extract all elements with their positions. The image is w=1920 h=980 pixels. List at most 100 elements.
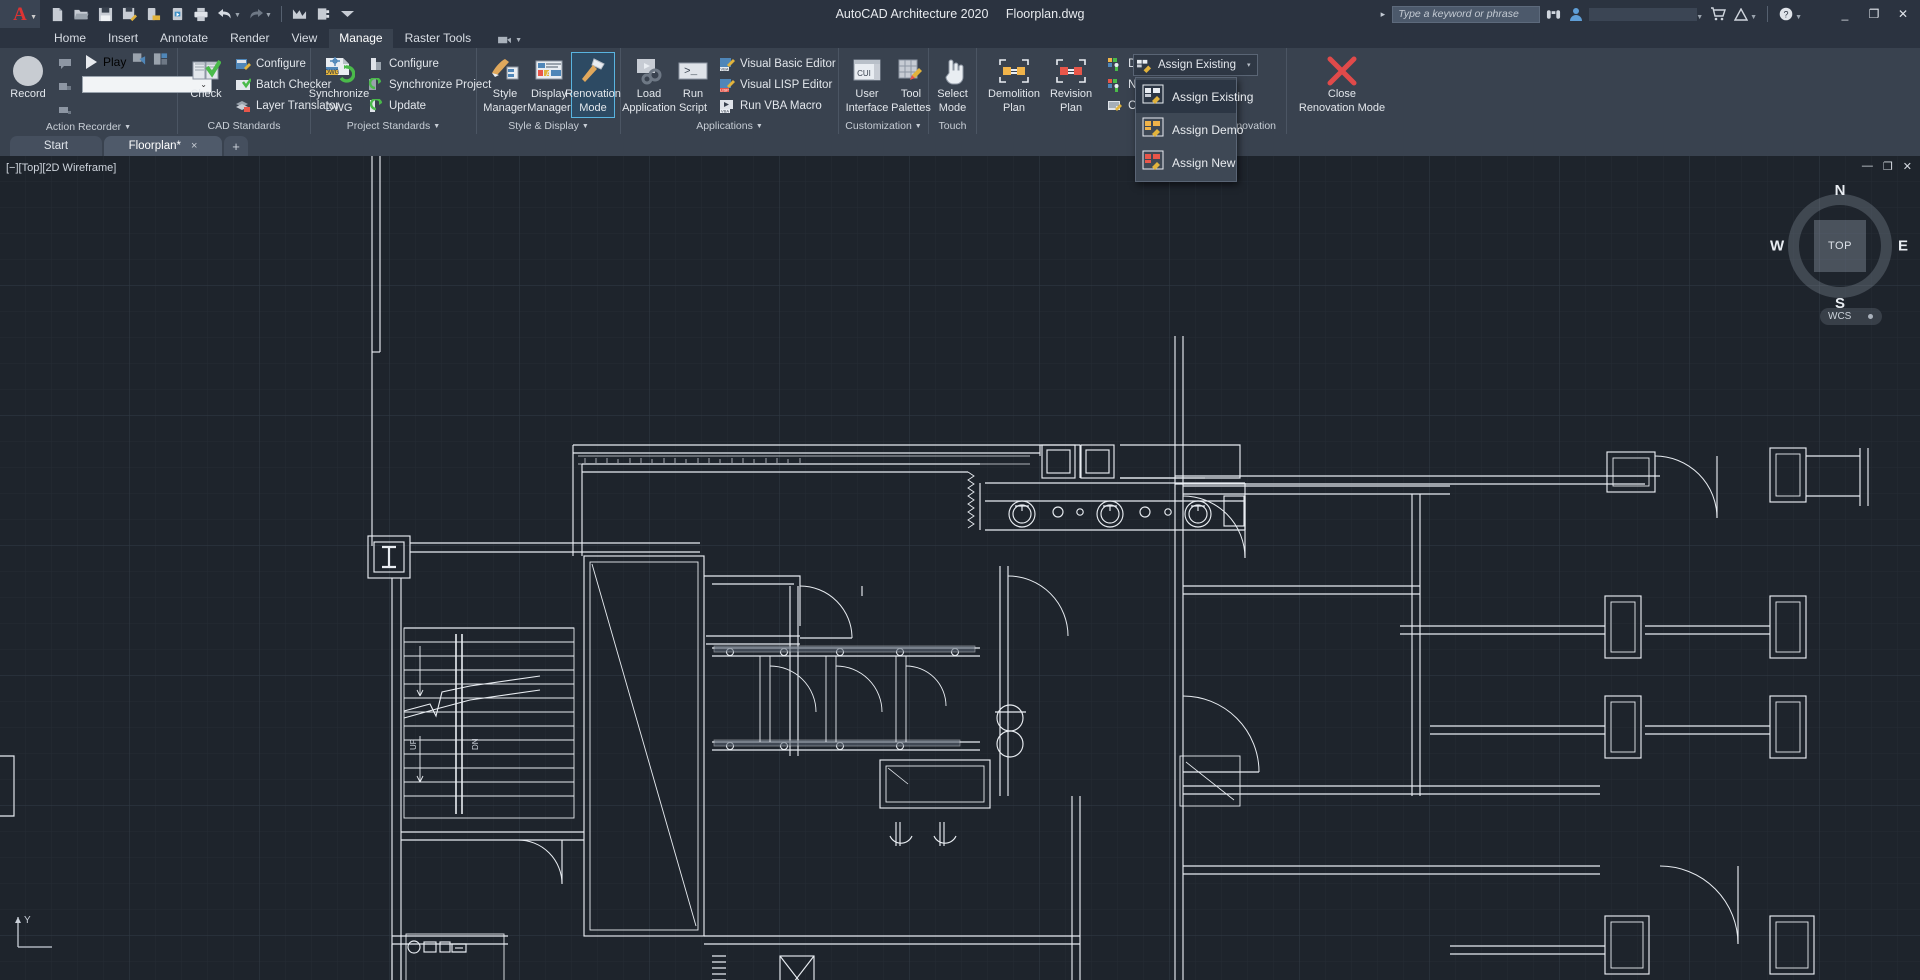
manage-action-macros-icon[interactable] <box>132 52 147 71</box>
plot-print-icon[interactable] <box>190 3 212 25</box>
renovation-mode-button[interactable]: Renovation Mode <box>565 52 621 118</box>
save-as-icon[interactable] <box>118 3 140 25</box>
synchronize-dwg-button[interactable]: DWG Synchronize DWG <box>309 52 369 118</box>
run-vba-macro-button[interactable]: VBA Run VBA Macro <box>715 96 842 116</box>
close-icon[interactable]: × <box>191 140 197 152</box>
load-application-button[interactable]: Load Application <box>622 52 676 118</box>
redo-dropdown-caret-icon[interactable]: ▼ <box>265 12 272 25</box>
visual-basic-editor-button[interactable]: VBA Visual Basic Editor <box>715 54 842 74</box>
panel-expand-caret-icon[interactable]: ▼ <box>433 123 440 130</box>
new-tab-button[interactable]: + <box>224 136 248 156</box>
help-caret-icon[interactable]: ▼ <box>1795 14 1802 27</box>
customize-qat-icon[interactable] <box>337 3 359 25</box>
file-tab-start[interactable]: Start <box>10 136 102 156</box>
view-cube[interactable]: TOP N S E W <box>1770 182 1908 312</box>
ucs-icon: Y <box>12 911 58 954</box>
panel-title-style-and-display[interactable]: Style & Display ▼ <box>477 118 620 134</box>
tab-raster-tools[interactable]: Raster Tools <box>395 29 481 48</box>
tab-view[interactable]: View <box>281 29 327 48</box>
save-icon[interactable] <box>94 3 116 25</box>
ribbon-display-options[interactable]: ▼ <box>497 35 522 48</box>
open-folder-icon[interactable] <box>70 3 92 25</box>
chevron-down-icon[interactable]: ▼ <box>515 37 522 44</box>
style-manager-button[interactable]: Style Manager <box>483 52 527 118</box>
viewport-restore-icon[interactable]: ❐ <box>1883 160 1893 173</box>
help-icon[interactable]: ? <box>1776 3 1796 25</box>
select-mode-button[interactable]: Select Mode <box>931 52 975 118</box>
panel-expand-caret-icon[interactable]: ▼ <box>915 123 922 130</box>
user-interface-button[interactable]: CUI User Interface <box>845 52 889 118</box>
action-tree-icon[interactable] <box>153 52 168 71</box>
tab-annotate[interactable]: Annotate <box>150 29 218 48</box>
viewport-label[interactable]: [−][Top][2D Wireframe] <box>6 162 116 174</box>
revision-plan-button[interactable]: Revision Plan <box>1045 52 1097 118</box>
tool-palettes-label-1: Tool <box>900 88 922 100</box>
export-icon[interactable] <box>142 3 164 25</box>
application-menu-button[interactable]: A ▼ <box>0 0 40 28</box>
close-renovation-label-1: Close <box>1327 88 1357 100</box>
style-manager-label-1: Style <box>492 88 518 100</box>
file-tab-floorplan[interactable]: Floorplan* × <box>104 136 222 156</box>
search-expand-icon[interactable]: ▸ <box>1381 9 1386 20</box>
demolition-plan-button[interactable]: Demolition Plan <box>983 52 1045 118</box>
record-button[interactable]: Record <box>6 52 50 104</box>
undo-dropdown-caret-icon[interactable]: ▼ <box>234 12 241 25</box>
pause-for-input-icon[interactable] <box>53 100 79 120</box>
tab-insert[interactable]: Insert <box>98 29 148 48</box>
menu-item-assign-existing[interactable]: Assign Existing <box>1136 80 1253 113</box>
autodesk-app-icon[interactable] <box>1731 3 1751 25</box>
display-manager-button[interactable]: A Display Manager <box>527 52 571 118</box>
undo-icon[interactable] <box>214 3 236 25</box>
user-name-field[interactable] <box>1589 7 1698 21</box>
compass-east-label[interactable]: E <box>1898 238 1908 255</box>
panel-title-customization[interactable]: Customization ▼ <box>839 118 928 134</box>
cart-icon[interactable] <box>1708 3 1728 25</box>
view-cube-top-face[interactable]: TOP <box>1814 220 1866 272</box>
insert-base-point-icon[interactable] <box>53 77 79 97</box>
close-button[interactable]: ✕ <box>1890 1 1916 27</box>
panel-title-applications[interactable]: Applications ▼ <box>621 118 838 134</box>
tab-manage[interactable]: Manage <box>329 29 393 48</box>
panel-title-action-recorder[interactable]: Action Recorder ▼ <box>0 120 177 134</box>
panel-title-project-standards[interactable]: Project Standards ▼ <box>311 118 476 134</box>
panel-expand-caret-icon[interactable]: ▼ <box>124 124 131 131</box>
autodesk-app-caret-icon[interactable]: ▼ <box>1750 14 1757 27</box>
wcs-selector[interactable]: WCS <box>1820 308 1882 325</box>
minimize-button[interactable]: _ <box>1832 1 1858 27</box>
assign-existing-split-button[interactable]: Assign Existing ▾ <box>1133 54 1258 76</box>
user-menu-caret-icon[interactable]: ▼ <box>1696 14 1703 27</box>
run-script-button[interactable]: >_ Run Script <box>671 52 715 118</box>
play-label: Play <box>103 54 127 69</box>
tab-home[interactable]: Home <box>44 29 96 48</box>
viewport-minimize-icon[interactable]: — <box>1862 160 1873 173</box>
wcs-caret-icon[interactable] <box>1868 314 1873 319</box>
restore-button[interactable]: ❐ <box>1861 1 1887 27</box>
close-renovation-mode-button[interactable]: Close Renovation Mode <box>1294 52 1390 118</box>
tool-palettes-button[interactable]: Tool Palettes <box>889 52 933 118</box>
viewport-close-icon[interactable]: ✕ <box>1903 160 1912 173</box>
redo-icon[interactable] <box>245 3 267 25</box>
search-input[interactable]: Type a keyword or phrase <box>1392 5 1541 23</box>
compass-north-label[interactable]: N <box>1835 182 1846 199</box>
properties-icon[interactable] <box>313 3 335 25</box>
drawing-canvas[interactable]: UP DN [−][Top][2D Wireframe] — ❐ ✕ TOP N… <box>0 156 1920 980</box>
new-file-icon[interactable] <box>46 3 68 25</box>
batch-plot-icon[interactable] <box>289 3 311 25</box>
tab-render[interactable]: Render <box>220 29 279 48</box>
user-account-icon[interactable] <box>1566 3 1586 25</box>
assign-existing-caret-icon[interactable]: ▾ <box>1244 61 1254 69</box>
cloud-sync-icon[interactable] <box>166 3 188 25</box>
binoculars-icon[interactable] <box>1543 3 1563 25</box>
visual-lisp-editor-button[interactable]: LISP Visual LISP Editor <box>715 75 842 95</box>
insert-message-icon[interactable] <box>53 54 79 74</box>
compass-west-label[interactable]: W <box>1770 238 1784 255</box>
chevron-down-icon[interactable]: ▼ <box>30 14 37 21</box>
floor-plan-geometry: UP DN <box>0 156 1869 980</box>
panel-expand-caret-icon[interactable]: ▼ <box>756 123 763 130</box>
menu-item-assign-new[interactable]: Assign New <box>1136 146 1236 179</box>
ribbon: Record Play ⌄ Action Recorder ▼ Check Co… <box>0 48 1920 182</box>
configure-standards-icon <box>234 56 251 73</box>
menu-item-assign-demo[interactable]: Assign Demo <box>1136 113 1243 146</box>
panel-expand-caret-icon[interactable]: ▼ <box>582 123 589 130</box>
check-standards-button[interactable]: Check <box>184 52 228 104</box>
